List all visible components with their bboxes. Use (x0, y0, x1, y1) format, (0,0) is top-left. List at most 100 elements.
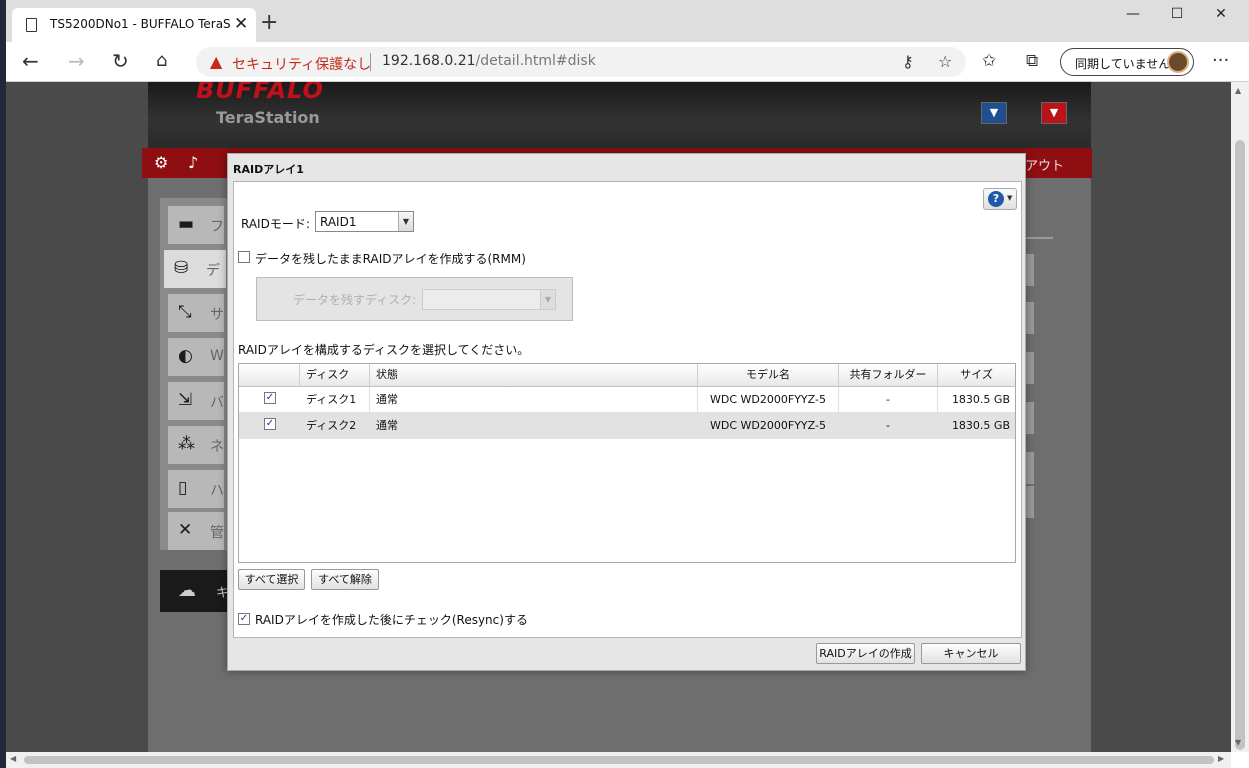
deselect-all-button[interactable]: すべて解除 (311, 569, 379, 590)
col-check[interactable] (239, 364, 300, 386)
side-item-network[interactable]: ⁂ ネ (168, 426, 224, 464)
favorites-icon[interactable]: ✩ (982, 51, 996, 71)
reload-icon[interactable]: ↻ (112, 50, 129, 72)
raid-mode-select[interactable]: RAID1 ▼ (315, 211, 414, 232)
resync-label[interactable]: RAIDアレイを作成した後にチェック(Resync)する (255, 611, 528, 628)
row-checkbox[interactable]: ✓ (264, 392, 276, 404)
home-icon[interactable]: ⌂ (156, 50, 167, 72)
profile-sync-button[interactable]: 同期していません (1060, 48, 1194, 76)
rmm-disk-select: ▼ (422, 289, 556, 310)
header-dropdown-blue[interactable]: ▼ (981, 102, 1007, 124)
tab-bar: TS5200DNo1 - BUFFALO TeraStation ✕ + — ☐… (6, 0, 1249, 42)
security-warning[interactable]: セキュリティ保護なし (232, 54, 371, 74)
minimize-icon[interactable]: — (1110, 6, 1156, 30)
rmm-options-panel: データを残すディスク: ▼ (256, 277, 573, 321)
settings-menu-icon[interactable]: ··· (1212, 50, 1229, 71)
col-shared-folder[interactable]: 共有フォルダー (839, 364, 938, 386)
table-header: ディスク 状態 モデル名 共有フォルダー サイズ (239, 364, 1015, 387)
side-menu: ▬ フ ⛁ デ ⤡ サ ◐ W ⇲ バ ⁂ ネ ▯ ハ ✕ 管 (160, 198, 230, 550)
forward-icon[interactable]: → (68, 50, 85, 72)
side-item-folder[interactable]: ▬ フ (168, 206, 224, 244)
new-tab-icon[interactable]: + (260, 12, 278, 34)
dialog-title: RAIDアレイ1 (233, 163, 304, 176)
col-status[interactable]: 状態 (370, 364, 698, 386)
side-item-web[interactable]: ◐ W (168, 338, 224, 376)
key-icon[interactable]: ⚷ (902, 52, 914, 71)
disk-icon: ⛁ (174, 258, 189, 278)
right-panel-edge (1026, 452, 1034, 484)
scroll-thumb[interactable] (24, 756, 1214, 764)
cloud-button[interactable]: ☁ キ (160, 570, 230, 612)
music-icon[interactable]: ♪ (188, 153, 198, 172)
right-panel-edge (1026, 352, 1034, 384)
sync-label: 同期していません (1075, 57, 1171, 71)
header-dropdown-red[interactable]: ▼ (1041, 102, 1067, 124)
browser-window: TS5200DNo1 - BUFFALO TeraStation ✕ + — ☐… (6, 0, 1249, 768)
row-checkbox[interactable]: ✓ (264, 418, 276, 430)
create-raid-button[interactable]: RAIDアレイの作成 (816, 643, 915, 664)
collections-icon[interactable]: ⧉ (1026, 51, 1038, 71)
folder-icon: ▬ (178, 214, 195, 234)
chevron-down-icon: ▼ (540, 290, 555, 309)
volume-icon: ▯ (178, 478, 188, 498)
tab-title: TS5200DNo1 - BUFFALO TeraStation (50, 17, 230, 31)
rmm-checkbox[interactable] (238, 251, 250, 263)
table-row[interactable]: ✓ ディスク2 通常 WDC WD2000FYYZ-5 - 1830.5 GB (239, 413, 1015, 439)
side-item-tools[interactable]: ✕ 管 (168, 512, 224, 550)
scroll-up-icon[interactable]: ▲ (1235, 86, 1241, 95)
web-icon: ◐ (178, 346, 193, 366)
url-text[interactable]: 192.168.0.21/detail.html#disk (382, 53, 596, 69)
page-header: BUFFALO TeraStation ▼ ▼ (148, 82, 1091, 148)
table-row[interactable]: ✓ ディスク1 通常 WDC WD2000FYYZ-5 - 1830.5 GB (239, 387, 1015, 413)
tools-icon: ✕ (178, 520, 193, 540)
gear-icon[interactable]: ⚙ (154, 153, 168, 172)
cancel-button[interactable]: キャンセル (921, 643, 1021, 664)
vertical-scrollbar[interactable]: ▲ ▼ (1231, 82, 1249, 752)
help-button[interactable]: ? ▼ (983, 188, 1017, 210)
warning-icon: ▲ (210, 52, 223, 71)
disk-table: ディスク 状態 モデル名 共有フォルダー サイズ ✓ ディスク1 通常 WDC … (238, 363, 1016, 563)
chevron-down-icon: ▼ (398, 212, 413, 231)
help-icon: ? (988, 191, 1004, 207)
col-disk[interactable]: ディスク (300, 364, 370, 386)
rmm-disk-label: データを残すディスク: (293, 293, 417, 307)
scroll-down-icon[interactable]: ▼ (1235, 738, 1241, 747)
right-panel-edge (1026, 254, 1034, 286)
cloud-icon: ☁ (178, 580, 196, 601)
scroll-left-icon[interactable]: ◀ (10, 754, 16, 763)
maximize-icon[interactable]: ☐ (1154, 6, 1200, 30)
back-icon[interactable]: ← (22, 50, 39, 72)
browser-tab[interactable]: TS5200DNo1 - BUFFALO TeraStation ✕ (12, 8, 256, 42)
avatar (1167, 51, 1189, 73)
side-item-disk[interactable]: ⛁ デ (164, 250, 226, 288)
scroll-right-icon[interactable]: ▶ (1218, 754, 1224, 763)
dialog-body: ? ▼ RAIDモード: RAID1 ▼ データを残したままRAIDアレイを作成… (233, 181, 1022, 638)
network-icon: ⁂ (178, 434, 195, 454)
right-panel-edge (1026, 302, 1034, 334)
favorite-star-icon[interactable]: ☆ (938, 52, 952, 71)
rmm-label[interactable]: データを残したままRAIDアレイを作成する(RMM) (255, 250, 526, 267)
select-all-button[interactable]: すべて選択 (238, 569, 305, 590)
right-panel-edge (1026, 486, 1034, 518)
raid-array-dialog: RAIDアレイ1 ? ▼ RAIDモード: RAID1 ▼ データを残したままR… (227, 153, 1026, 671)
scroll-thumb[interactable] (1235, 140, 1245, 750)
brand-logo: BUFFALO (196, 82, 324, 104)
service-icon: ⤡ (178, 302, 192, 322)
chevron-down-icon: ▼ (1007, 194, 1013, 202)
backup-icon: ⇲ (178, 390, 193, 410)
side-item-service[interactable]: ⤡ サ (168, 294, 224, 332)
tab-close-icon[interactable]: ✕ (234, 14, 248, 34)
horizontal-scrollbar[interactable]: ◀ ▶ (6, 752, 1231, 768)
product-name: TeraStation (216, 108, 320, 127)
select-disks-prompt: RAIDアレイを構成するディスクを選択してください。 (238, 343, 530, 357)
url-separator (370, 53, 371, 71)
url-field[interactable]: ▲ セキュリティ保護なし 192.168.0.21/detail.html#di… (196, 47, 966, 77)
right-panel-edge (1026, 402, 1034, 434)
col-model[interactable]: モデル名 (698, 364, 839, 386)
raid-mode-value: RAID1 (320, 215, 357, 229)
window-close-icon[interactable]: ✕ (1198, 6, 1244, 30)
side-item-backup[interactable]: ⇲ バ (168, 382, 224, 420)
side-item-volume[interactable]: ▯ ハ (168, 470, 224, 508)
resync-checkbox[interactable]: ✓ (238, 613, 250, 625)
col-size[interactable]: サイズ (938, 364, 1015, 386)
